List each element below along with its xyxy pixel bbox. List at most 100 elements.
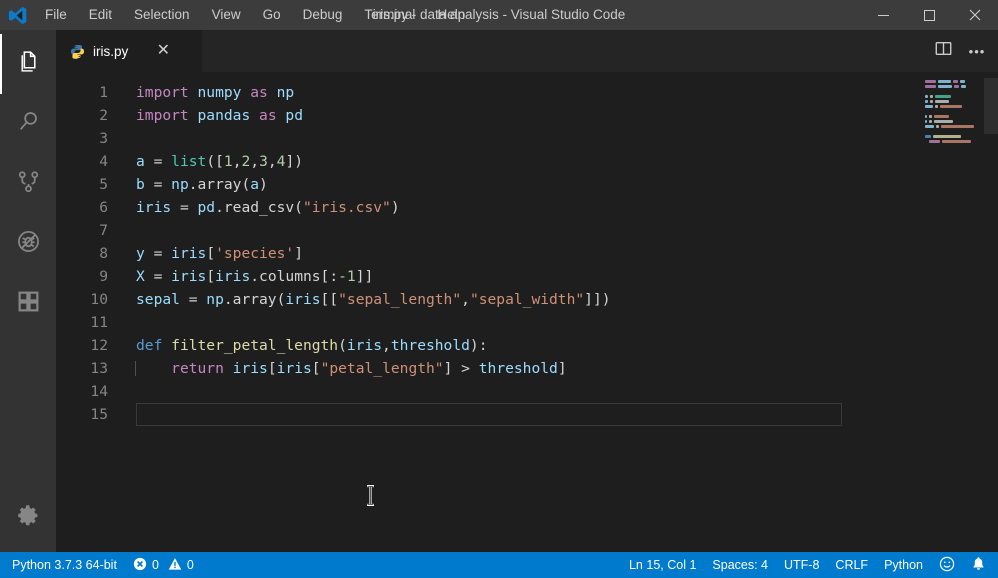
tab-label: iris.py [93,44,128,59]
code-line: 5 b = np.array(a) [56,173,920,196]
ellipsis-icon: ••• [969,44,986,59]
title-bar: File Edit Selection View Go Debug Termin… [0,0,998,30]
code-line: 6 iris = pd.read_csv("iris.csv") [56,196,920,219]
current-line-highlight [136,403,842,426]
python-icon [70,44,85,59]
line-number: 6 [56,199,134,216]
code-line: 10 sepal = np.array(iris[["sepal_length"… [56,288,920,311]
code-line: 1 import numpy as np [56,81,920,104]
vscode-logo-icon [0,0,34,30]
status-editor-position[interactable]: Ln 15, Col 1 [621,552,704,578]
menu-view[interactable]: View [201,0,252,30]
status-bar: Python 3.7.3 64-bit 0 0 [0,552,998,578]
status-feedback-button[interactable] [931,552,963,578]
sidebar-item-search[interactable] [0,94,56,154]
minimize-button[interactable] [860,0,906,30]
code-line: 3 [56,127,920,150]
minimap-line [925,135,998,139]
line-content: sepal = np.array(iris[["sepal_length","s… [134,291,611,308]
minimap-line [925,145,998,149]
minimap-line [929,140,998,144]
code-line-current: 15 [56,403,920,426]
code-line: 2 import pandas as pd [56,104,920,127]
line-number: 5 [56,176,134,193]
status-editor-language[interactable]: Python [876,552,931,578]
line-content: import numpy as np [134,84,294,101]
line-number: 1 [56,84,134,101]
line-content: import pandas as pd [134,107,303,124]
vscode-window: File Edit Selection View Go Debug Termin… [0,0,998,578]
line-content: y = iris['species'] [134,245,303,262]
split-editor-button[interactable] [928,36,958,66]
minimap-line [925,150,998,154]
line-number: 12 [56,337,134,354]
status-notifications-button[interactable] [963,552,994,578]
line-content: return iris[iris["petal_length"] > thres… [134,360,567,377]
line-content: X = iris[iris.columns[:-1]] [134,268,373,285]
more-actions-button[interactable]: ••• [962,36,992,66]
files-icon [16,49,41,79]
menu-help[interactable]: Help [426,0,476,30]
tab-iris-py[interactable]: iris.py ✕ [56,30,203,72]
minimap-slider[interactable] [984,78,998,134]
code-line: 9 X = iris[iris.columns[:-1]] [56,265,920,288]
status-error-count: 0 [152,558,159,572]
window-controls [860,0,998,30]
line-number: 9 [56,268,134,285]
line-number: 14 [56,383,134,400]
code-line: 12 def filter_petal_length(iris,threshol… [56,334,920,357]
line-content: b = np.array(a) [134,176,268,193]
maximize-button[interactable] [906,0,952,30]
code-line: 4 a = list([1,2,3,4]) [56,150,920,173]
status-python-interpreter[interactable]: Python 3.7.3 64-bit [4,552,125,578]
editor-group: iris.py ✕ ••• [56,30,998,552]
line-number: 15 [56,406,134,423]
code-lines[interactable]: 1 import numpy as np 2 import pandas as … [56,72,920,552]
menu-go[interactable]: Go [252,0,292,30]
gear-icon [16,503,41,533]
sidebar-item-explorer[interactable] [0,34,56,94]
status-editor-eol[interactable]: CRLF [827,552,876,578]
sidebar-item-source-control[interactable] [0,154,56,214]
line-number: 4 [56,153,134,170]
editor-actions: ••• [928,30,992,72]
indent-guide [135,361,136,376]
sidebar-item-run-debug[interactable] [0,214,56,274]
search-icon [16,109,41,139]
status-editor-indentation[interactable]: Spaces: 4 [704,552,776,578]
line-number: 2 [56,107,134,124]
line-content: def filter_petal_length(iris,threshold): [134,337,488,354]
status-problems[interactable]: 0 0 [125,552,202,578]
status-editor-encoding[interactable]: UTF-8 [776,552,827,578]
sidebar-item-extensions[interactable] [0,274,56,334]
code-line: 14 [56,380,920,403]
code-line: 7 [56,219,920,242]
line-number: 13 [56,360,134,377]
menu-terminal[interactable]: Terminal [353,0,426,30]
menu-edit[interactable]: Edit [78,0,123,30]
status-bar-left: Python 3.7.3 64-bit 0 0 [0,552,202,578]
line-content: a = list([1,2,3,4]) [134,153,303,170]
code-line: 11 [56,311,920,334]
close-button[interactable] [952,0,998,30]
workbench-body: iris.py ✕ ••• [0,30,998,552]
smiley-icon [939,556,955,575]
code-line: 8 y = iris['species'] [56,242,920,265]
code-line: 13 return iris[iris["petal_length"] > th… [56,357,920,380]
code-editor[interactable]: 1 import numpy as np 2 import pandas as … [56,72,998,552]
menu-debug[interactable]: Debug [292,0,354,30]
bell-icon [971,556,986,574]
split-editor-icon [935,40,952,62]
menu-selection[interactable]: Selection [123,0,201,30]
menu-bar: File Edit Selection View Go Debug Termin… [34,0,476,30]
editor-tabs-bar: iris.py ✕ ••• [56,30,998,72]
error-circle-icon [133,557,147,574]
manage-settings-button[interactable] [0,488,56,548]
menu-file[interactable]: File [34,0,78,30]
activity-bar [0,30,56,552]
status-warning-count: 0 [187,558,194,572]
minimap[interactable] [920,72,998,552]
debug-no-icon [16,229,41,259]
tab-close-icon[interactable]: ✕ [154,42,172,60]
line-number: 10 [56,291,134,308]
